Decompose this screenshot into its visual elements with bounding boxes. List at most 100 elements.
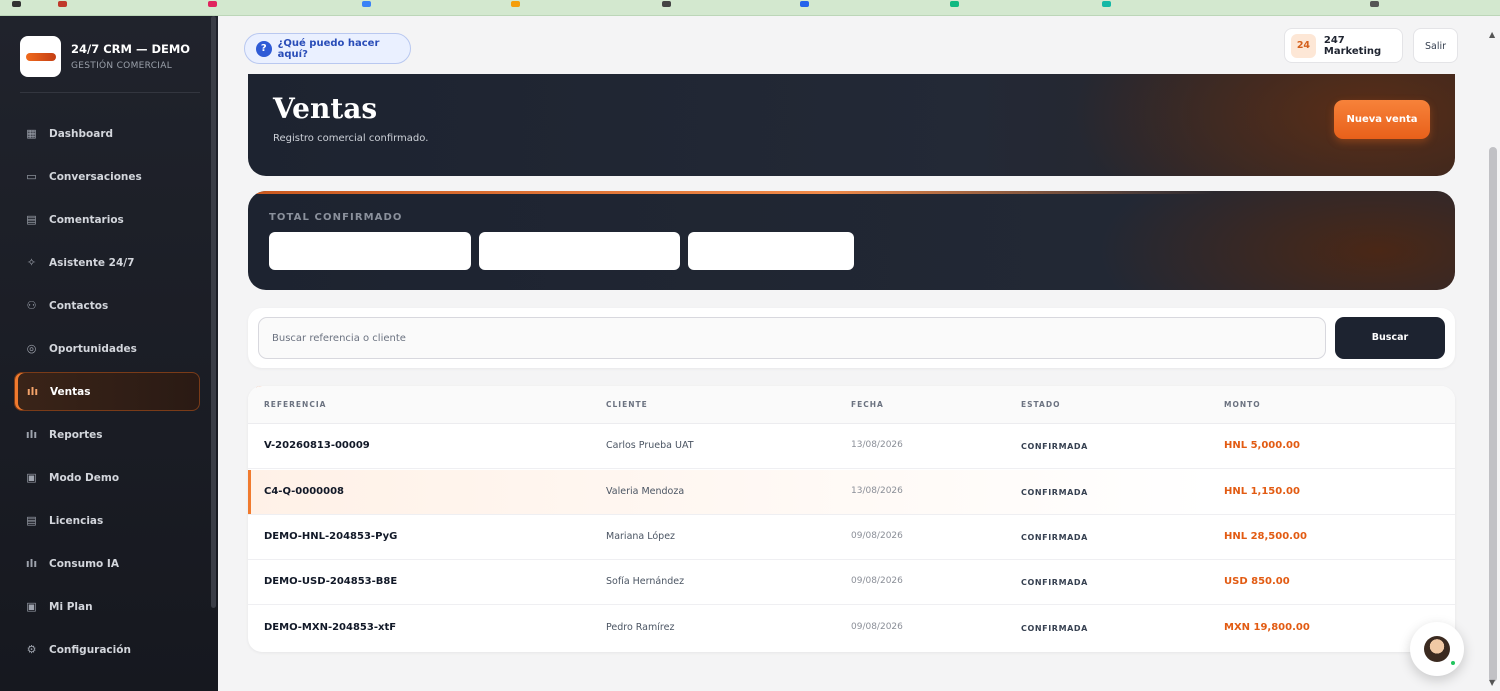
- table-row[interactable]: DEMO-MXN-204853-xtF Pedro Ramírez 09/08/…: [248, 606, 1455, 651]
- search-button[interactable]: Buscar: [1335, 317, 1445, 359]
- sidebar-item-reportes[interactable]: ılı Reportes: [14, 415, 200, 454]
- new-sale-button[interactable]: Nueva venta: [1334, 100, 1430, 139]
- sidebar-item-label: Conversaciones: [49, 170, 142, 183]
- sidebar-item-contactos[interactable]: ⚇ Contactos: [14, 286, 200, 325]
- tab-icon: [511, 1, 520, 7]
- window-icon: ▣: [26, 471, 37, 484]
- tab-icon: [1370, 1, 1379, 7]
- help-label: ¿Qué puedo hacer aquí?: [277, 37, 380, 60]
- totals-label: TOTAL CONFIRMADO: [269, 212, 403, 223]
- column-header-monto[interactable]: MONTO: [1224, 400, 1261, 409]
- sale-amount: HNL 1,150.00: [1224, 486, 1300, 497]
- sidebar-item-configuracion[interactable]: ⚙ Configuración: [14, 630, 200, 669]
- sale-date: 09/08/2026: [851, 576, 903, 586]
- column-header-cliente[interactable]: CLIENTE: [606, 400, 648, 409]
- status-badge: CONFIRMADA: [1021, 488, 1088, 497]
- sale-amount: MXN 19,800.00: [1224, 622, 1310, 633]
- total-card-usd: USD 850.00: [479, 232, 680, 270]
- assistant-avatar-icon: [1424, 636, 1450, 662]
- sidebar-item-label: Licencias: [49, 514, 104, 527]
- page-scrollbar[interactable]: ▲ ▼: [1486, 16, 1500, 691]
- sale-client: Carlos Prueba UAT: [606, 440, 694, 451]
- tab-icon: [12, 1, 21, 7]
- sidebar-item-ventas[interactable]: ılı Ventas: [14, 372, 200, 411]
- sidebar-item-label: Dashboard: [49, 127, 114, 140]
- table-row[interactable]: C4-Q-0000008 Valeria Mendoza 13/08/2026 …: [248, 470, 1455, 515]
- bar-chart-icon: ılı: [25, 428, 38, 441]
- tab-icon: [800, 1, 809, 7]
- org-name: 247 Marketing: [1323, 34, 1382, 57]
- sale-amount: USD 850.00: [1224, 576, 1290, 587]
- sale-reference[interactable]: DEMO-USD-204853-B8E: [264, 576, 397, 587]
- column-header-fecha[interactable]: FECHA: [851, 400, 884, 409]
- table-row[interactable]: V-20260813-00009 Carlos Prueba UAT 13/08…: [248, 424, 1455, 469]
- online-status-icon: [1449, 659, 1457, 667]
- column-header-estado[interactable]: ESTADO: [1021, 400, 1060, 409]
- sidebar-nav: ▦ Dashboard ▭ Conversaciones ▤ Comentari…: [14, 114, 200, 673]
- sidebar-divider: [20, 92, 200, 93]
- sale-reference[interactable]: DEMO-HNL-204853-PyG: [264, 531, 397, 542]
- sidebar-item-asistente[interactable]: ✧ Asistente 24/7: [14, 243, 200, 282]
- brand-title: 24/7 CRM — DEMO: [71, 42, 191, 56]
- scroll-down-icon[interactable]: ▼: [1489, 678, 1495, 687]
- sidebar-item-consumo-ia[interactable]: ılı Consumo IA: [14, 544, 200, 583]
- sidebar-item-label: Configuración: [49, 643, 131, 656]
- search-input[interactable]: [258, 317, 1326, 359]
- sale-amount: HNL 28,500.00: [1224, 531, 1307, 542]
- gear-icon: ⚙: [26, 643, 37, 656]
- bar-chart-icon: ılı: [26, 385, 39, 398]
- sidebar-item-mi-plan[interactable]: ▣ Mi Plan: [14, 587, 200, 626]
- sale-date: 13/08/2026: [851, 486, 903, 496]
- sales-table: REFERENCIA CLIENTE FECHA ESTADO MONTO V-…: [248, 386, 1455, 652]
- scroll-up-icon[interactable]: ▲: [1489, 30, 1495, 39]
- page-title: Ventas: [273, 92, 378, 125]
- tab-icon: [950, 1, 959, 7]
- table-row[interactable]: DEMO-HNL-204853-PyG Mariana López 09/08/…: [248, 515, 1455, 560]
- sidebar-item-modo-demo[interactable]: ▣ Modo Demo: [14, 458, 200, 497]
- chat-icon: ▭: [26, 170, 37, 183]
- scrollbar-thumb[interactable]: [1489, 147, 1497, 682]
- sidebar-item-label: Mi Plan: [49, 600, 93, 613]
- table-row[interactable]: DEMO-USD-204853-B8E Sofía Hernández 09/0…: [248, 560, 1455, 605]
- sparkle-icon: ✧: [26, 256, 37, 269]
- sidebar-item-dashboard[interactable]: ▦ Dashboard: [14, 114, 200, 153]
- document-icon: ▤: [26, 514, 37, 527]
- sale-reference[interactable]: V-20260813-00009: [264, 440, 370, 451]
- brand-subtitle: GESTIÓN COMERCIAL: [71, 61, 173, 71]
- sale-date: 09/08/2026: [851, 622, 903, 632]
- sidebar-item-label: Modo Demo: [49, 471, 120, 484]
- tab-icon: [362, 1, 371, 7]
- status-badge: CONFIRMADA: [1021, 442, 1088, 451]
- sale-amount: HNL 5,000.00: [1224, 440, 1300, 451]
- sidebar-item-conversaciones[interactable]: ▭ Conversaciones: [14, 157, 200, 196]
- tab-icon: [208, 1, 217, 7]
- org-selector[interactable]: 24 247 Marketing: [1284, 28, 1403, 63]
- sidebar-item-comentarios[interactable]: ▤ Comentarios: [14, 200, 200, 239]
- grid-icon: ▦: [26, 127, 37, 140]
- sale-reference[interactable]: C4-Q-0000008: [264, 486, 344, 497]
- sale-reference[interactable]: DEMO-MXN-204853-xtF: [264, 622, 396, 633]
- status-badge: CONFIRMADA: [1021, 578, 1088, 587]
- sale-date: 09/08/2026: [851, 531, 903, 541]
- sidebar-item-licencias[interactable]: ▤ Licencias: [14, 501, 200, 540]
- sale-client: Mariana López: [606, 531, 676, 542]
- chat-assistant-button[interactable]: [1410, 622, 1464, 676]
- sidebar: 24/7 CRM — DEMO GESTIÓN COMERCIAL ▦ Dash…: [0, 16, 218, 691]
- sidebar-item-oportunidades[interactable]: ◎ Oportunidades: [14, 329, 200, 368]
- logout-button[interactable]: Salir: [1413, 28, 1458, 63]
- brand[interactable]: 24/7 CRM — DEMO GESTIÓN COMERCIAL: [20, 36, 190, 77]
- brand-logo: [20, 36, 61, 77]
- tab-icon: [662, 1, 671, 7]
- column-header-referencia[interactable]: REFERENCIA: [264, 400, 326, 409]
- sidebar-scrollbar[interactable]: [211, 16, 216, 608]
- browser-tab-strip: [0, 0, 1500, 16]
- sidebar-item-label: Reportes: [49, 428, 103, 441]
- sidebar-item-label: Consumo IA: [49, 557, 119, 570]
- sale-date: 13/08/2026: [851, 440, 903, 450]
- users-icon: ⚇: [26, 299, 37, 312]
- status-badge: CONFIRMADA: [1021, 533, 1088, 542]
- page-subtitle: Registro comercial confirmado.: [273, 133, 429, 144]
- sidebar-item-label: Contactos: [49, 299, 109, 312]
- help-button[interactable]: ? ¿Qué puedo hacer aquí?: [244, 33, 411, 64]
- sidebar-item-label: Ventas: [50, 385, 91, 398]
